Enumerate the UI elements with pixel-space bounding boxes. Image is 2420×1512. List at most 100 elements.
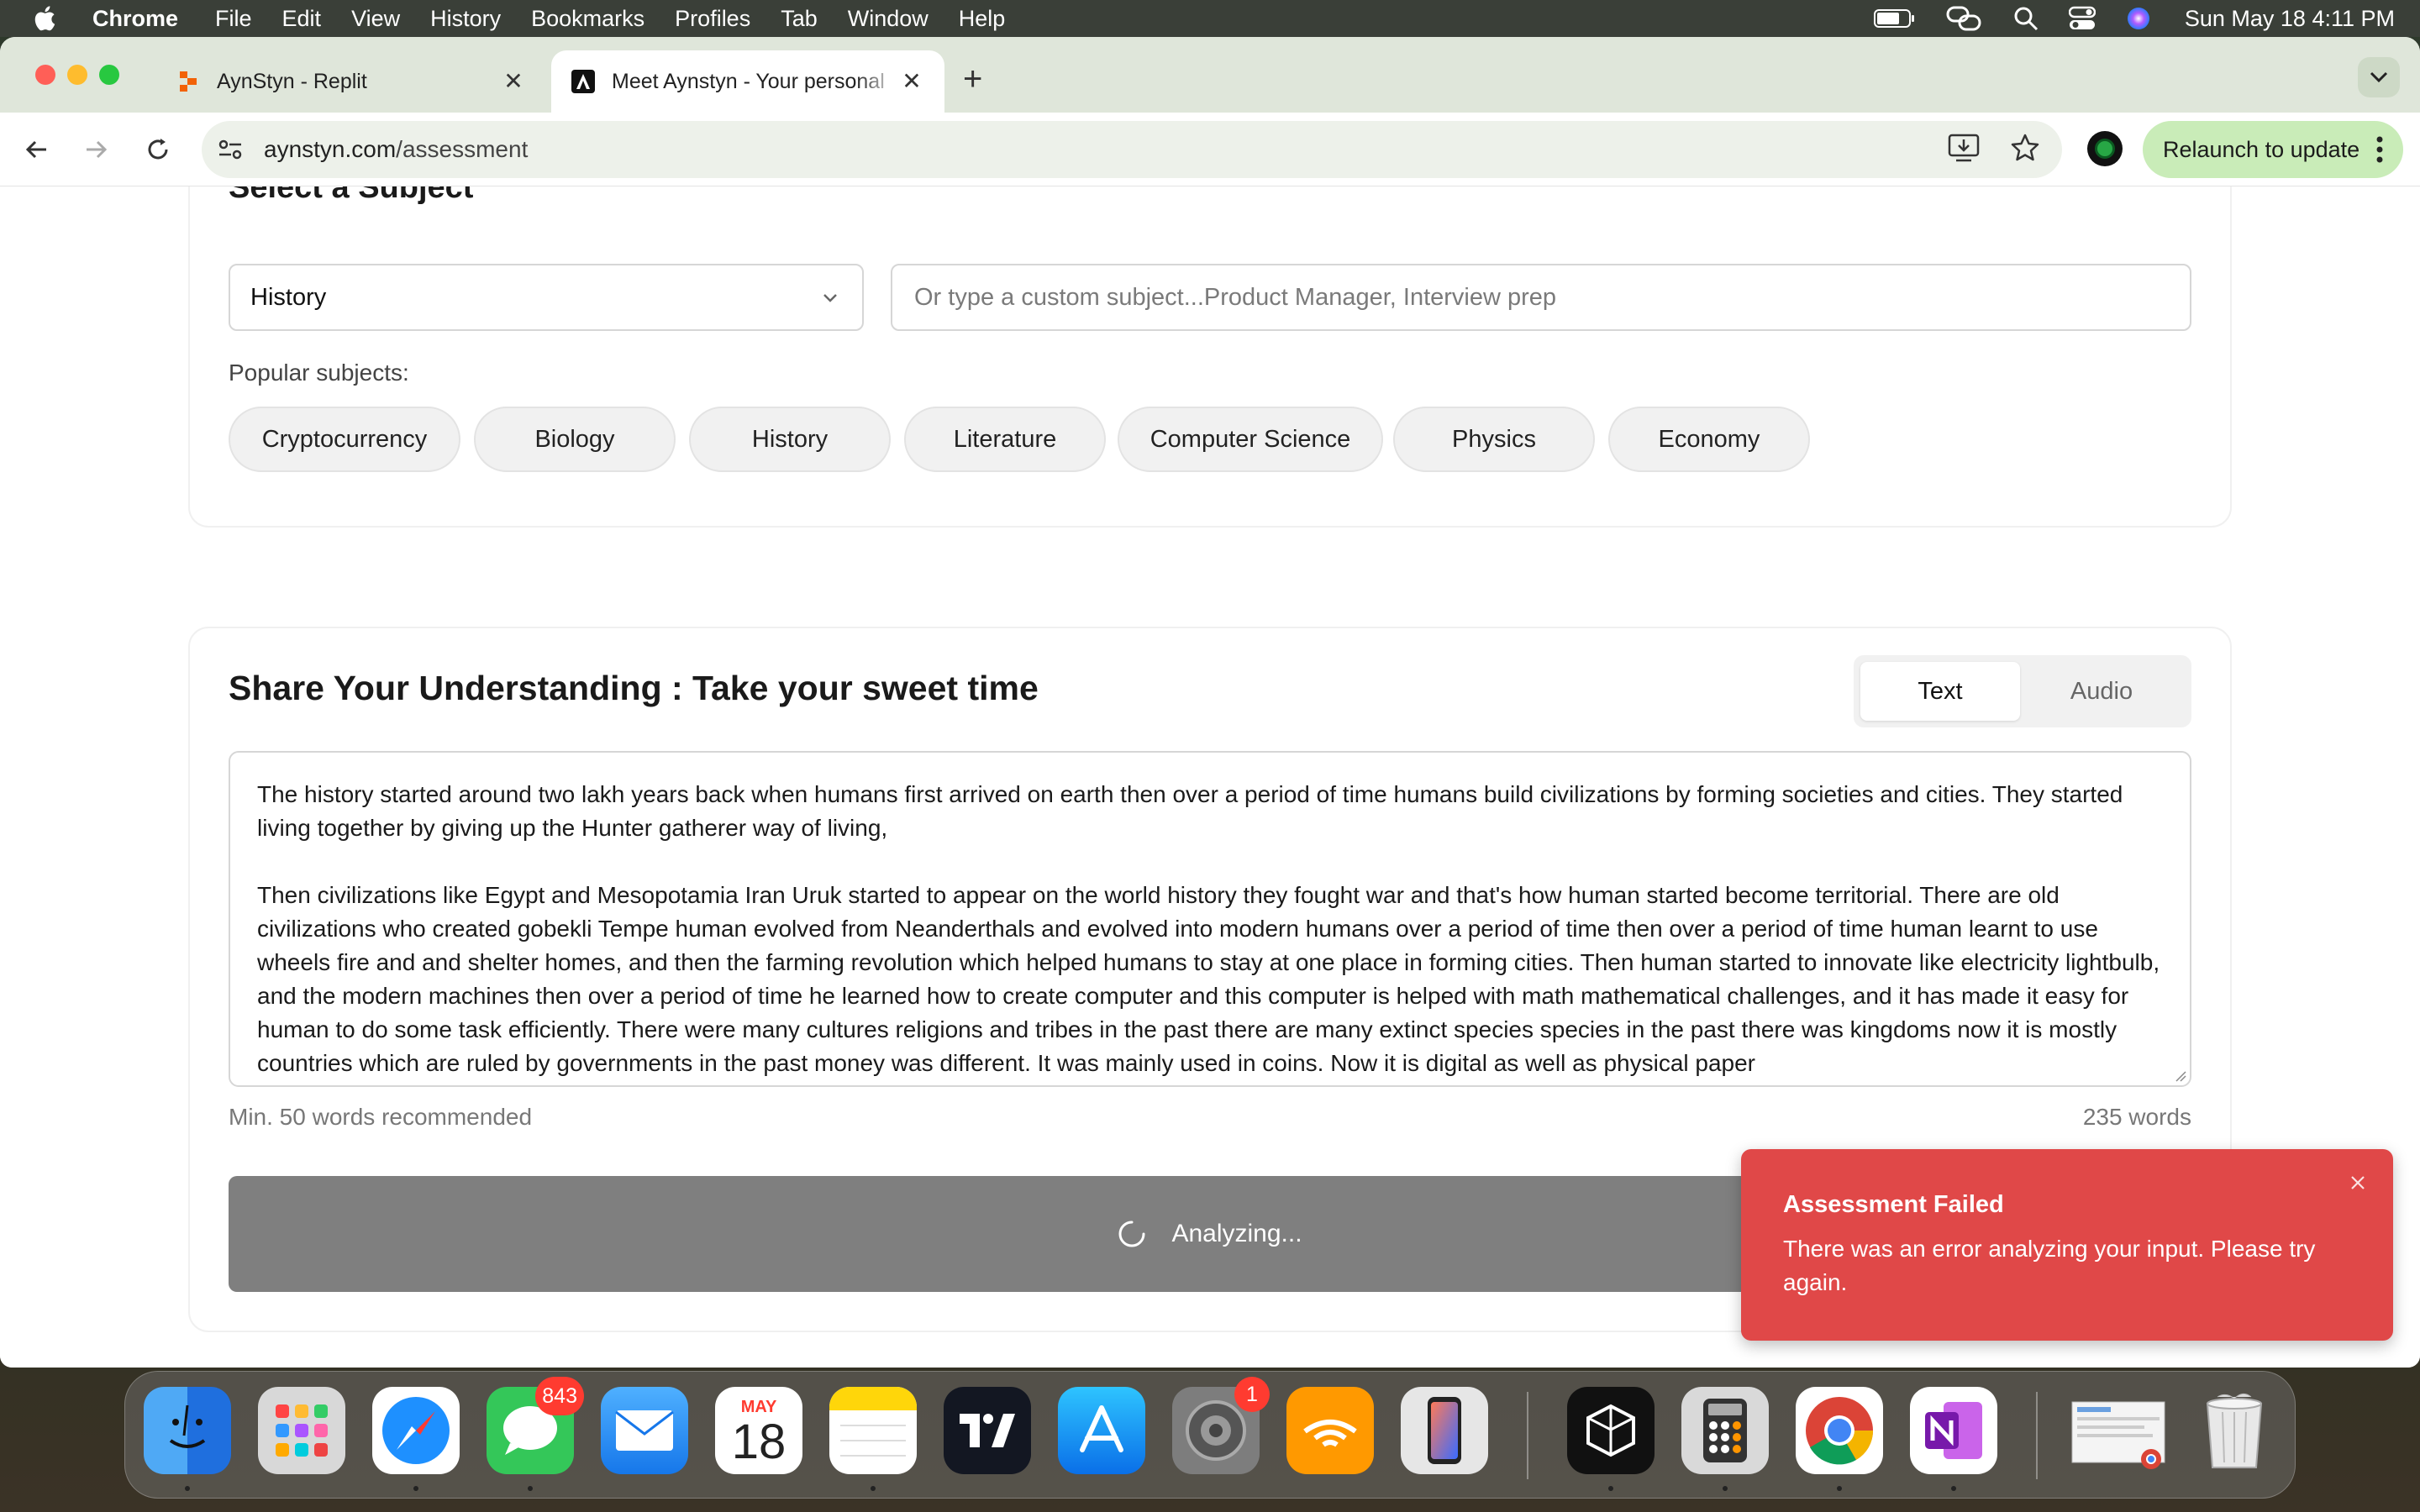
apple-logo-icon[interactable]	[32, 4, 60, 33]
menu-app-name[interactable]: Chrome	[92, 6, 178, 32]
input-mode-toggle: Text Audio	[1854, 655, 2191, 727]
menu-edit[interactable]: Edit	[282, 6, 322, 32]
calendar-icon[interactable]: MAY 18	[715, 1387, 802, 1474]
menubar-clock[interactable]: Sun May 18 4:11 PM	[2185, 6, 2395, 32]
onenote-icon[interactable]	[1910, 1387, 1997, 1474]
tab-replit[interactable]: AynStyn - Replit ✕	[156, 50, 546, 113]
address-bar[interactable]: aynstyn.com/assessment	[202, 121, 2062, 178]
loading-spinner-icon	[1118, 1220, 1146, 1248]
downloads-stack-icon[interactable]	[2068, 1387, 2169, 1474]
back-button[interactable]	[20, 133, 54, 166]
custom-subject-input[interactable]: Or type a custom subject...Product Manag…	[891, 264, 2191, 331]
macos-dock: 843 MAY 18 1	[124, 1371, 2296, 1499]
subject-card	[188, 186, 2232, 528]
menu-help[interactable]: Help	[959, 6, 1006, 32]
site-settings-icon[interactable]	[213, 133, 247, 166]
trash-icon[interactable]	[2191, 1387, 2278, 1474]
launchpad-icon[interactable]	[258, 1387, 345, 1474]
omnibox-actions	[1948, 133, 2040, 163]
profile-avatar[interactable]	[2087, 131, 2123, 166]
min-words-hint: Min. 50 words recommended	[229, 1104, 533, 1130]
close-tab-icon[interactable]: ✕	[899, 69, 924, 94]
perplexity-icon[interactable]	[1567, 1387, 1655, 1474]
running-indicator	[1608, 1486, 1613, 1491]
audible-icon[interactable]	[1286, 1387, 1374, 1474]
tab-strip: AynStyn - Replit ✕ Meet Aynstyn - Your p…	[0, 37, 2420, 113]
close-window-button[interactable]	[35, 65, 55, 85]
calculator-icon[interactable]	[1681, 1387, 1769, 1474]
menu-bookmarks[interactable]: Bookmarks	[531, 6, 644, 32]
tab-title: Meet Aynstyn - Your personal	[612, 69, 885, 93]
notes-icon[interactable]	[829, 1387, 917, 1474]
running-indicator	[413, 1486, 418, 1491]
running-indicator	[1951, 1486, 1956, 1491]
menu-file[interactable]: File	[215, 6, 252, 32]
menu-view[interactable]: View	[351, 6, 400, 32]
relaunch-update-button[interactable]: Relaunch to update	[2143, 121, 2403, 178]
understanding-textarea[interactable]: The history started around two lakh year…	[229, 751, 2191, 1087]
battery-icon[interactable]	[1873, 8, 1916, 29]
screen-mirroring-icon[interactable]	[1946, 6, 1983, 31]
running-indicator	[871, 1486, 876, 1491]
siri-icon[interactable]	[2126, 6, 2151, 31]
minimize-window-button[interactable]	[67, 65, 87, 85]
word-count: 235 words	[2082, 1104, 2191, 1130]
dock-separator	[2036, 1392, 2038, 1479]
popular-subjects-label: Popular subjects:	[229, 360, 409, 386]
forward-button[interactable]	[79, 133, 113, 166]
iphone-mirroring-icon[interactable]	[1401, 1387, 1488, 1474]
app-store-icon[interactable]	[1058, 1387, 1145, 1474]
calendar-day: 18	[731, 1414, 786, 1469]
toast-title: Assessment Failed	[1783, 1191, 2004, 1218]
resize-handle-icon[interactable]	[2173, 1068, 2186, 1082]
new-tab-button[interactable]: +	[963, 62, 982, 96]
chip-biology[interactable]: Biology	[474, 407, 676, 472]
menu-profiles[interactable]: Profiles	[675, 6, 750, 32]
finder-icon[interactable]	[144, 1387, 231, 1474]
close-tab-icon[interactable]: ✕	[501, 69, 526, 94]
menu-window[interactable]: Window	[848, 6, 929, 32]
chip-computer-science[interactable]: Computer Science	[1118, 407, 1383, 472]
close-icon[interactable]	[2348, 1173, 2368, 1193]
subject-select[interactable]: History	[229, 264, 864, 331]
chip-economy[interactable]: Economy	[1608, 407, 1810, 472]
relaunch-label: Relaunch to update	[2163, 136, 2360, 162]
zoom-window-button[interactable]	[99, 65, 119, 85]
notes-header	[829, 1387, 917, 1410]
reload-button[interactable]	[141, 133, 175, 166]
bookmark-star-icon[interactable]	[2010, 133, 2040, 163]
aynstyn-icon	[571, 70, 595, 93]
error-toast: Assessment Failed There was an error ana…	[1741, 1149, 2393, 1341]
running-indicator	[185, 1486, 190, 1491]
tab-audio-mode[interactable]: Audio	[2022, 662, 2181, 721]
running-indicator	[1723, 1486, 1728, 1491]
install-app-icon[interactable]	[1948, 133, 1980, 163]
spotlight-search-icon[interactable]	[2013, 6, 2039, 31]
settings-badge: 1	[1234, 1377, 1270, 1412]
safari-icon[interactable]	[372, 1387, 460, 1474]
replit-icon	[176, 70, 200, 93]
messages-icon[interactable]: 843	[487, 1377, 584, 1474]
browser-toolbar: aynstyn.com/assessment Relaunch to updat…	[0, 113, 2420, 186]
tradingview-icon[interactable]	[944, 1387, 1031, 1474]
chip-history[interactable]: History	[689, 407, 891, 472]
dock-separator	[1527, 1392, 1528, 1479]
url-path: /assessment	[396, 136, 529, 162]
tab-text-mode[interactable]: Text	[1860, 662, 2020, 721]
chip-literature[interactable]: Literature	[904, 407, 1106, 472]
avatar-icon	[2095, 139, 2115, 159]
menubar-status-area: Sun May 18 4:11 PM	[1844, 0, 2395, 37]
more-options-icon[interactable]	[2376, 136, 2383, 163]
menu-tab[interactable]: Tab	[781, 6, 818, 32]
menu-history[interactable]: History	[430, 6, 501, 32]
google-chrome-icon[interactable]	[1796, 1387, 1883, 1474]
chip-cryptocurrency[interactable]: Cryptocurrency	[229, 407, 460, 472]
control-center-icon[interactable]	[2068, 6, 2096, 31]
mail-icon[interactable]	[601, 1387, 688, 1474]
chip-physics[interactable]: Physics	[1393, 407, 1595, 472]
tab-aynstyn[interactable]: Meet Aynstyn - Your personal ✕	[551, 50, 944, 113]
reload-icon	[148, 139, 168, 160]
system-settings-icon[interactable]: 1	[1172, 1377, 1270, 1474]
tab-search-button[interactable]	[2358, 57, 2400, 97]
running-indicator	[1837, 1486, 1842, 1491]
